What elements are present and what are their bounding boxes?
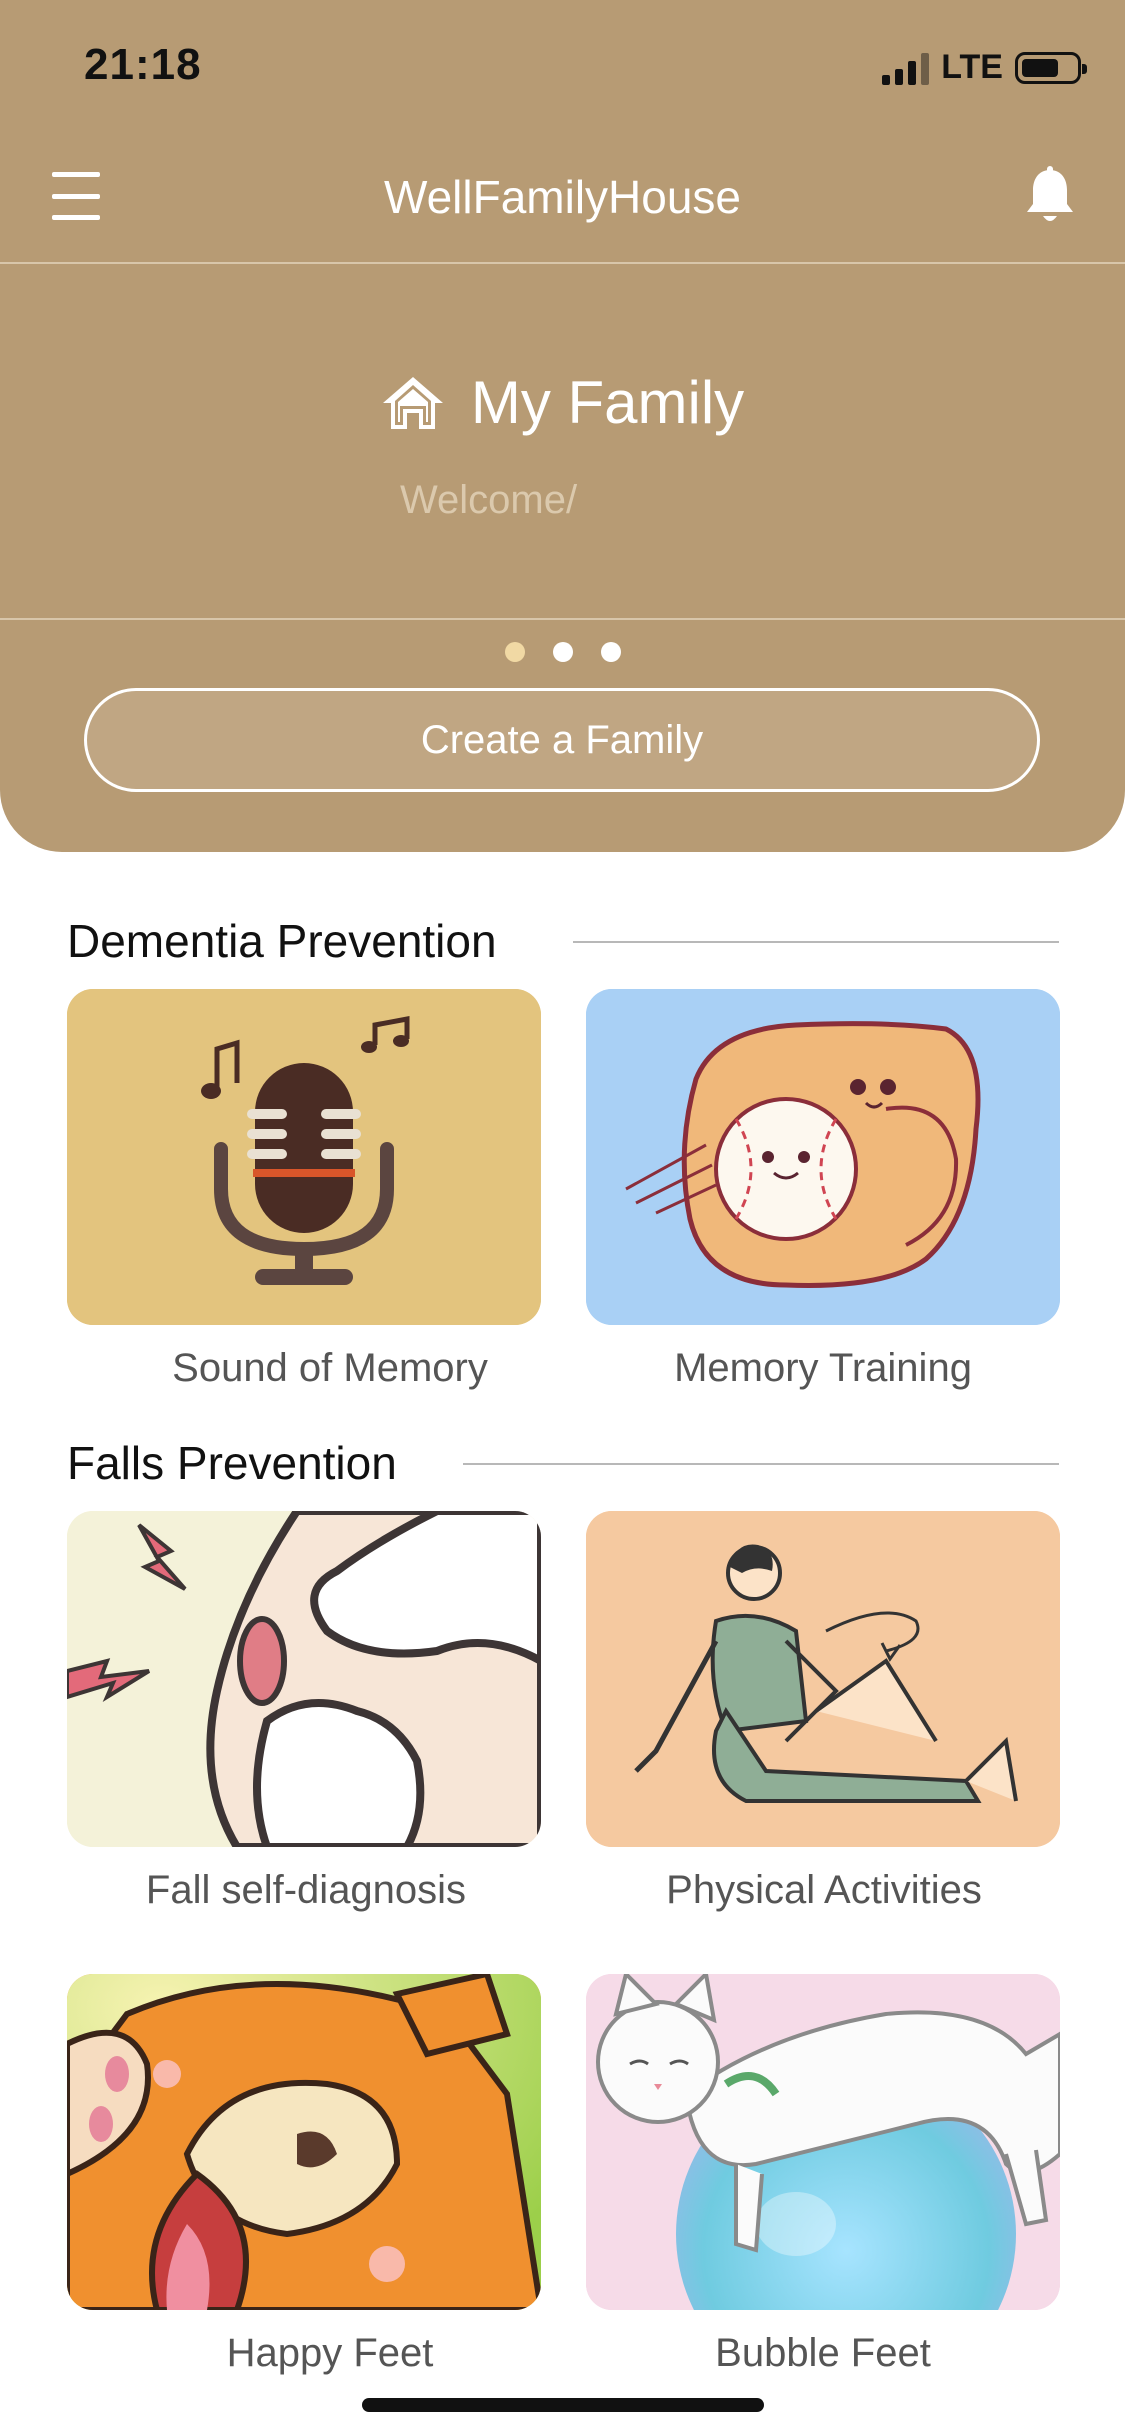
tile-label-physical-activities: Physical Activities — [666, 1868, 982, 1912]
header-banner: 21:18 LTE WellFamilyHouse My Family Welc… — [0, 0, 1125, 852]
dog-icon — [67, 1974, 541, 2310]
home-indicator[interactable] — [362, 2398, 764, 2412]
battery-icon — [1015, 51, 1087, 84]
section-divider — [463, 1463, 1059, 1465]
app-title: WellFamilyHouse — [383, 171, 742, 223]
header-divider — [0, 262, 1125, 264]
tile-label-bubble-feet: Bubble Feet — [715, 2331, 931, 2375]
carousel-dot-3[interactable] — [600, 642, 621, 662]
tile-label-fall-self-diagnosis: Fall self-diagnosis — [145, 1868, 467, 1912]
cat-on-bubble-icon — [586, 1974, 1060, 2310]
microphone-icon — [67, 989, 541, 1325]
family-title: My Family — [0, 368, 1125, 437]
knee-joint-icon — [67, 1511, 541, 1847]
carousel-dot-1[interactable] — [504, 642, 525, 662]
family-title-text: My Family — [470, 369, 745, 436]
tile-sound-of-memory[interactable] — [67, 989, 541, 1325]
section-divider — [573, 941, 1059, 943]
carousel-divider — [0, 618, 1125, 620]
tile-label-sound-of-memory: Sound of Memory — [172, 1346, 488, 1390]
baseball-glove-icon — [586, 989, 1060, 1325]
welcome-text: Welcome/ — [400, 478, 578, 522]
bell-icon[interactable] — [1023, 166, 1077, 228]
home-icon — [382, 376, 443, 429]
tile-memory-training[interactable] — [586, 989, 1060, 1325]
tile-happy-feet[interactable] — [67, 1974, 541, 2310]
tile-physical-activities[interactable] — [586, 1511, 1060, 1847]
create-family-button[interactable]: Create a Family — [84, 688, 1040, 792]
network-label: LTE — [941, 48, 1003, 86]
status-indicators: LTE — [882, 48, 1087, 87]
section-title-dementia: Dementia Prevention — [67, 915, 497, 967]
tile-label-memory-training: Memory Training — [674, 1346, 972, 1390]
status-time: 21:18 — [84, 40, 202, 89]
stretching-person-icon — [586, 1511, 1060, 1847]
tile-bubble-feet[interactable] — [586, 1974, 1060, 2310]
carousel-dot-2[interactable] — [552, 642, 573, 662]
tile-fall-self-diagnosis[interactable] — [67, 1511, 541, 1847]
section-title-falls: Falls Prevention — [67, 1437, 397, 1489]
signal-icon — [882, 51, 930, 85]
carousel-dots[interactable] — [0, 642, 1125, 662]
tile-label-happy-feet: Happy Feet — [226, 2331, 434, 2375]
